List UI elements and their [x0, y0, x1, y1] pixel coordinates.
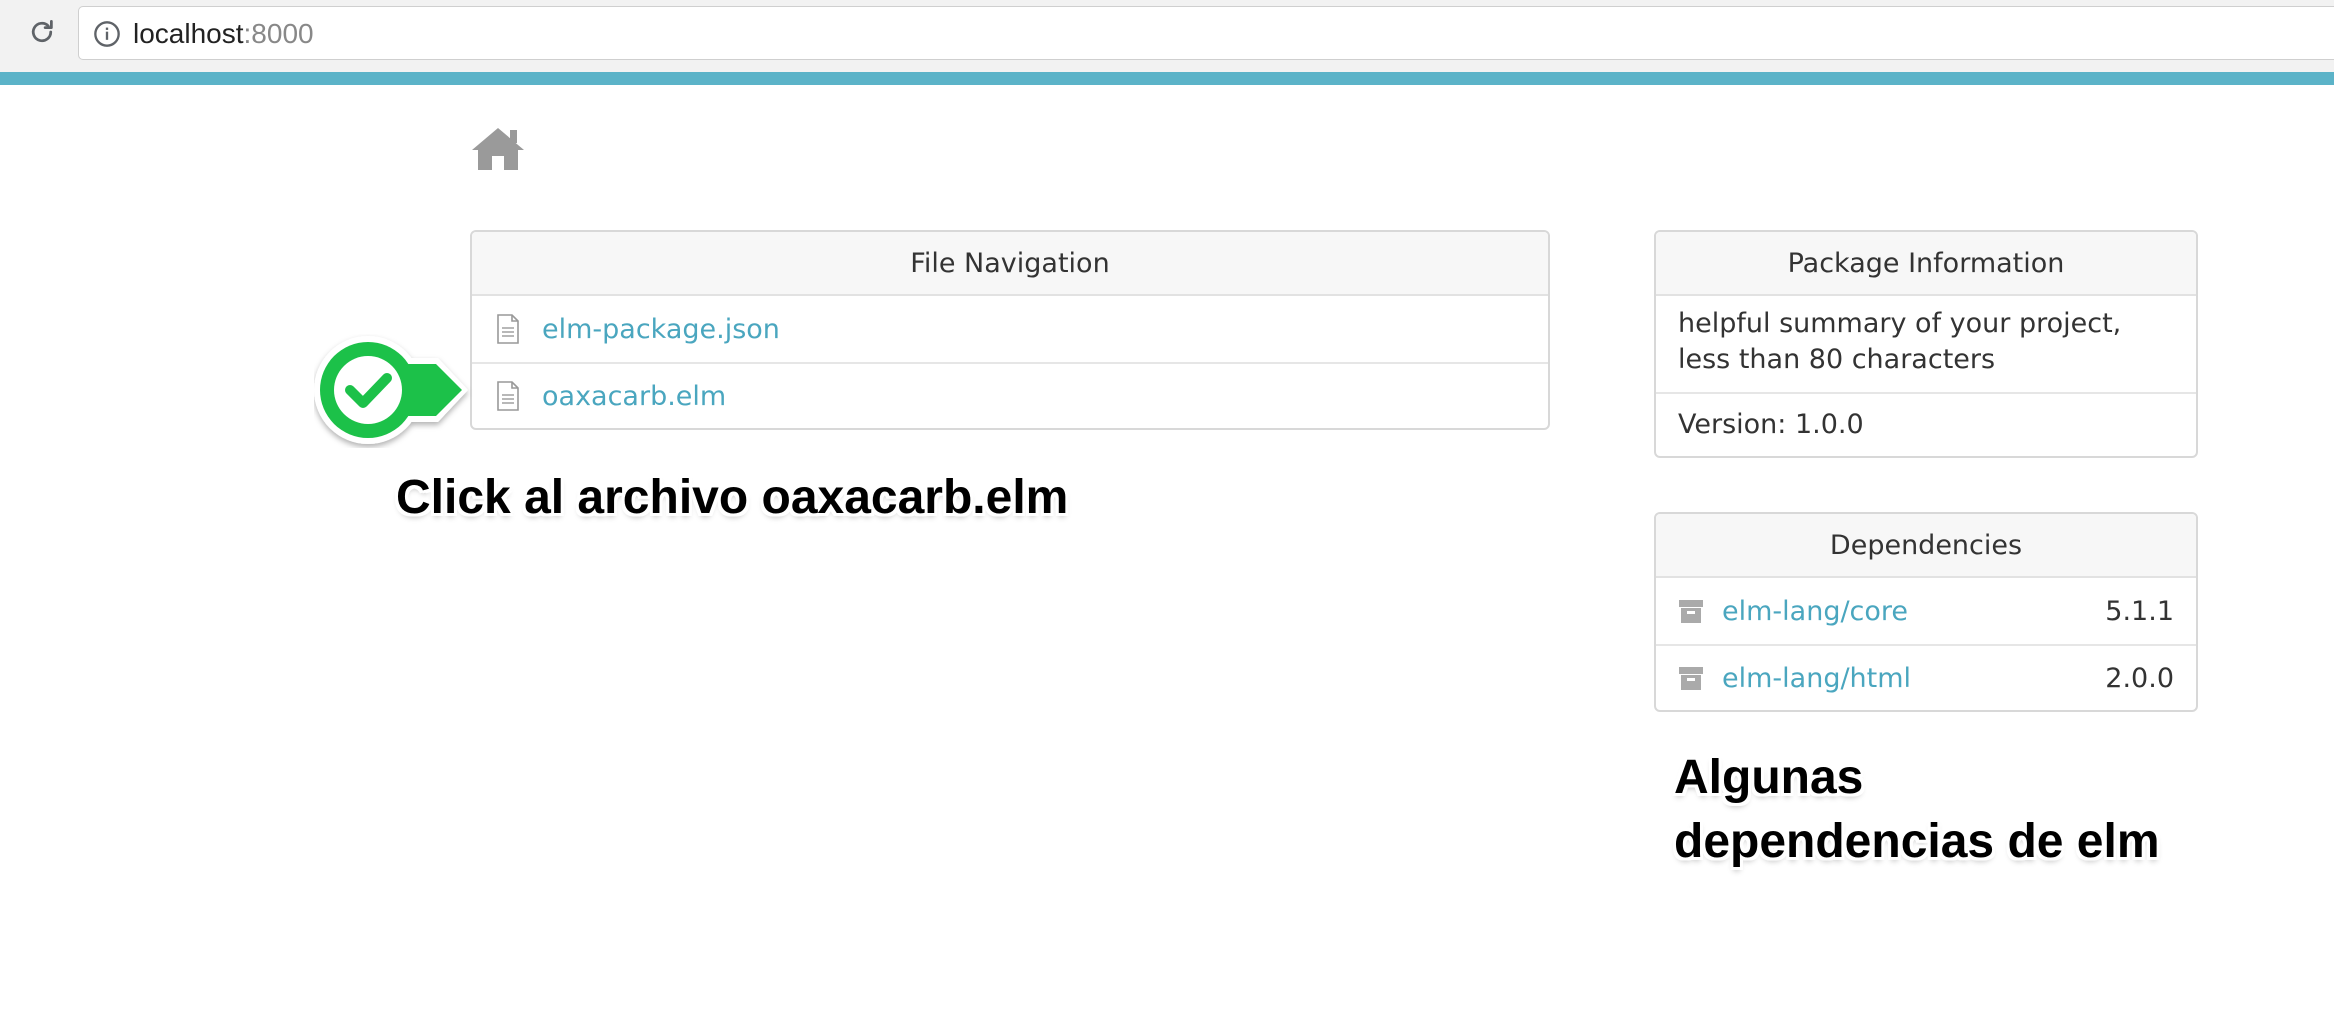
dependency-link[interactable]: elm-lang/html: [1722, 663, 1911, 694]
address-bar[interactable]: localhost:8000: [78, 6, 2334, 60]
browser-toolbar: localhost:8000: [0, 0, 2334, 72]
package-box-icon: [1679, 600, 1703, 623]
file-icon: [497, 314, 519, 344]
click-hint-annotation: Click al archivo oaxacarb.elm: [396, 471, 1069, 524]
file-link[interactable]: elm-package.json: [542, 314, 780, 345]
package-information-panel: Package Information helpful summary of y…: [1654, 230, 2198, 458]
info-icon[interactable]: [93, 20, 121, 48]
dependencies-title: Dependencies: [1656, 514, 2196, 578]
package-information-title: Package Information: [1656, 232, 2196, 296]
package-summary: helpful summary of your project, less th…: [1678, 308, 2122, 375]
file-navigation-panel: File Navigation elm-package.json oaxacar…: [470, 230, 1550, 430]
url-port: :8000: [243, 18, 314, 49]
dependencies-panel: Dependencies elm-lang/core 5.1.1 elm-lan…: [1654, 512, 2198, 712]
accent-bar: [0, 72, 2334, 85]
checkmark-badge-icon: [314, 336, 468, 444]
dependency-version: 2.0.0: [2105, 662, 2174, 694]
dependencies-hint-annotation: Algunas dependencias de elm: [1674, 751, 2160, 868]
file-navigation-title: File Navigation: [472, 232, 1548, 296]
package-box-icon: [1679, 667, 1703, 690]
file-row-elm-package-json[interactable]: elm-package.json: [472, 296, 1548, 362]
dependency-row: elm-lang/core 5.1.1: [1656, 578, 2196, 644]
dependency-version: 5.1.1: [2105, 595, 2174, 627]
url-host: localhost: [133, 18, 244, 49]
reload-icon[interactable]: [24, 14, 60, 50]
url-text[interactable]: localhost:8000: [133, 19, 314, 49]
dependency-link[interactable]: elm-lang/core: [1722, 596, 1908, 627]
home-icon[interactable]: [470, 124, 526, 174]
file-link[interactable]: oaxacarb.elm: [542, 381, 726, 412]
dependency-row: elm-lang/html 2.0.0: [1656, 644, 2196, 710]
file-row-oaxacarb-elm[interactable]: oaxacarb.elm: [472, 362, 1548, 428]
file-icon: [497, 381, 519, 411]
package-version: Version: 1.0.0: [1656, 392, 2196, 454]
